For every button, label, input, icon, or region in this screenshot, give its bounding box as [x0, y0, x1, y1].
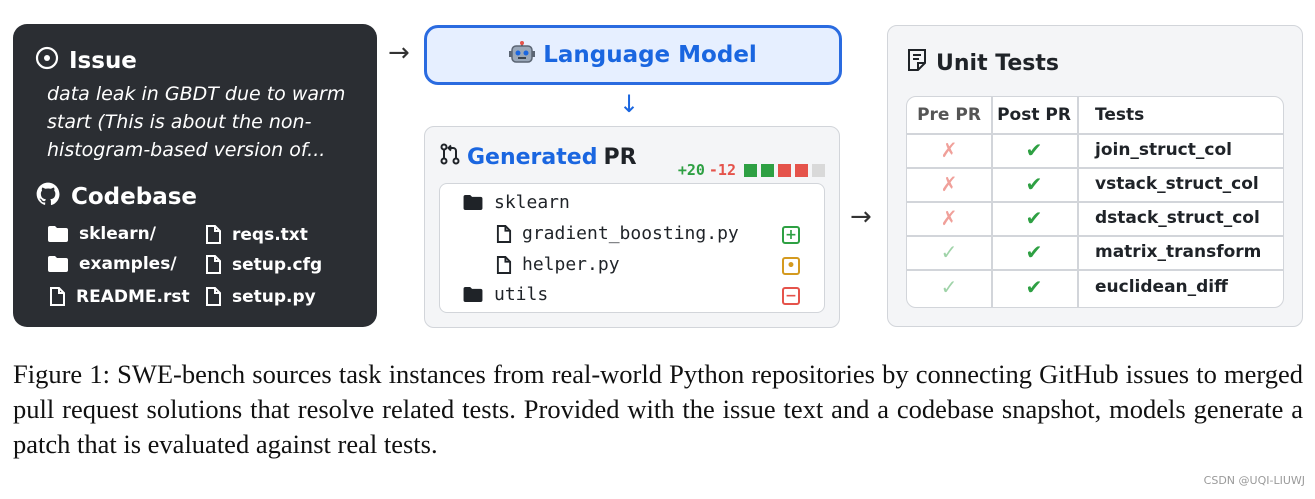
check-icon: ✓: [940, 240, 958, 264]
diff-block: [761, 163, 774, 177]
test-row: ✔: [991, 167, 1077, 201]
tree-item-label: helper.py: [522, 254, 620, 275]
file-tree: sklearn gradient_boosting.py helper.py u…: [439, 183, 825, 313]
cross-icon: ✗: [940, 206, 958, 230]
issue-heading: Issue: [35, 46, 137, 76]
arrow-down-icon: ↓: [619, 90, 640, 118]
unit-tests-title: Unit Tests: [906, 48, 1059, 78]
test-row: ✔: [991, 269, 1077, 305]
test-row: ✓: [907, 235, 991, 269]
issue-circle-icon: [35, 46, 59, 76]
codebase-item: examples/: [47, 254, 177, 274]
generated-pr-title-word: Generated: [467, 144, 598, 170]
check-icon: ✔: [1025, 138, 1043, 162]
tree-item-label: sklearn: [494, 192, 570, 213]
test-row: ✓: [907, 269, 991, 305]
issue-text: data leak in GBDT due to warm start (Thi…: [47, 83, 346, 161]
unit-tests-title-text: Unit Tests: [936, 50, 1059, 76]
file-icon: [206, 255, 221, 274]
codebase-item: reqs.txt: [205, 224, 308, 245]
diff-added-icon: +: [782, 226, 800, 244]
test-name: join_struct_col: [1095, 140, 1232, 160]
check-icon: ✔: [1025, 172, 1043, 196]
codebase-heading: Codebase: [35, 181, 197, 213]
tree-item-label: gradient_boosting.py: [522, 223, 739, 244]
diff-additions: +20: [677, 161, 705, 179]
test-name: dstack_struct_col: [1095, 208, 1260, 228]
file-icon: [206, 225, 221, 244]
folder-icon: [48, 256, 68, 272]
test-checklist-icon: [906, 48, 928, 78]
check-icon: ✔: [1025, 275, 1043, 299]
column-header: Pre PR: [917, 105, 981, 125]
test-row: ✔: [991, 133, 1077, 167]
test-row: ✔: [991, 201, 1077, 235]
diff-block: [812, 163, 825, 177]
tree-item: utils: [462, 284, 548, 305]
check-icon: ✓: [940, 275, 958, 299]
generated-pr-panel: Generated PR +20 -12 sklearn gradient_bo…: [424, 126, 840, 328]
cross-icon: ✗: [940, 138, 958, 162]
robot-icon: [509, 40, 536, 70]
issue-title: Issue: [69, 48, 137, 74]
tree-item: sklearn: [462, 192, 570, 213]
codebase-item: README.rst: [49, 286, 190, 307]
codebase-item-label: sklearn/: [79, 224, 156, 244]
codebase-title: Codebase: [71, 184, 198, 210]
column-header: Post PR: [997, 105, 1071, 125]
codebase-item: setup.cfg: [205, 254, 322, 275]
check-icon: ✔: [1025, 240, 1043, 264]
test-row: ✗: [907, 133, 991, 167]
diff-block: [744, 163, 757, 177]
tree-item: helper.py: [496, 254, 620, 275]
arrow-right-icon: →: [850, 202, 872, 232]
codebase-item-label: setup.py: [232, 286, 316, 307]
language-model-box: Language Model: [424, 25, 842, 85]
file-icon: [496, 255, 512, 274]
codebase-item-label: reqs.txt: [232, 224, 308, 245]
test-row: ✔: [991, 235, 1077, 269]
file-icon: [496, 224, 512, 243]
diff-block: [795, 163, 808, 177]
test-name: matrix_transform: [1095, 242, 1262, 262]
codebase-item: setup.py: [205, 286, 316, 307]
figure-caption: Figure 1: SWE-bench sources task instanc…: [13, 359, 1303, 459]
test-name: vstack_struct_col: [1095, 174, 1259, 194]
folder-icon: [48, 226, 68, 242]
generated-pr-title-word: PR: [603, 144, 637, 170]
check-icon: ✔: [1025, 206, 1043, 230]
folder-icon: [463, 286, 483, 303]
unit-tests-panel: Unit Tests Pre PR Post PR Tests ✗ ✔ join…: [887, 25, 1303, 327]
codebase-item-label: README.rst: [76, 286, 190, 307]
issue-codebase-panel: Issue data leak in GBDT due to warm star…: [13, 24, 377, 327]
pull-request-icon: [439, 143, 461, 171]
cross-icon: ✗: [940, 172, 958, 196]
folder-icon: [463, 194, 483, 211]
diff-stat: +20 -12: [678, 161, 825, 179]
test-row: ✗: [907, 167, 991, 201]
diff-deletions: -12: [708, 161, 736, 179]
codebase-item-label: setup.cfg: [232, 254, 323, 275]
test-name: euclidean_diff: [1095, 277, 1228, 297]
diff-modified-icon: •: [782, 257, 800, 275]
file-icon: [50, 287, 65, 306]
tree-item-label: utils: [494, 284, 549, 305]
file-icon: [206, 287, 221, 306]
generated-pr-title: Generated PR: [439, 143, 637, 171]
watermark: CSDN @UQI-LIUWJ: [1203, 474, 1305, 487]
codebase-item-label: examples/: [79, 254, 177, 274]
tree-item: gradient_boosting.py: [496, 223, 739, 244]
github-icon: [35, 181, 61, 213]
test-row: ✗: [907, 201, 991, 235]
column-header: Tests: [1095, 105, 1145, 125]
diff-block: [778, 163, 791, 177]
arrow-right-icon: →: [388, 38, 410, 68]
unit-tests-table: Pre PR Post PR Tests ✗ ✔ join_struct_col…: [906, 96, 1284, 308]
language-model-label: Language Model: [543, 42, 757, 68]
diff-removed-icon: −: [782, 287, 800, 305]
codebase-item: sklearn/: [47, 224, 156, 244]
